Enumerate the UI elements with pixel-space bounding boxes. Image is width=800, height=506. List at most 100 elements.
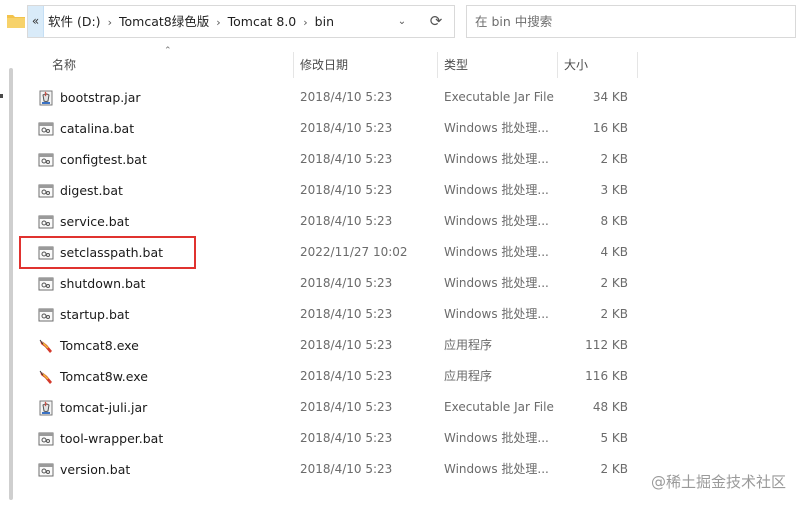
column-header: ⌃ 名称 修改日期 类型 大小 bbox=[0, 44, 800, 84]
file-type: Windows 批处理... bbox=[444, 183, 549, 197]
file-modified: 2018/4/10 5:23 bbox=[300, 462, 393, 476]
file-size: 2 KB bbox=[600, 462, 628, 476]
breadcrumb-separator-icon[interactable]: › bbox=[108, 7, 112, 38]
bat-icon bbox=[38, 183, 54, 199]
file-modified: 2018/4/10 5:23 bbox=[300, 152, 393, 166]
file-size: 116 KB bbox=[585, 369, 628, 383]
file-type: 应用程序 bbox=[444, 338, 493, 352]
breadcrumb-drive[interactable]: 软件 (D:) bbox=[48, 14, 101, 29]
breadcrumb: 软件 (D:) › Tomcat8绿色版 › Tomcat 8.0 › bin bbox=[48, 6, 334, 37]
address-bar[interactable]: « 软件 (D:) › Tomcat8绿色版 › Tomcat 8.0 › bin ⌄ ⟳ bbox=[27, 5, 455, 38]
file-name: digest.bat bbox=[60, 183, 123, 198]
search-input[interactable] bbox=[467, 6, 795, 37]
file-size: 2 KB bbox=[600, 307, 628, 321]
file-row[interactable]: Tomcat8w.exe 2018/4/10 5:23 应用程序 116 KB bbox=[18, 361, 798, 392]
file-size: 8 KB bbox=[600, 214, 628, 228]
file-size: 5 KB bbox=[600, 431, 628, 445]
file-type: Windows 批处理... bbox=[444, 245, 549, 259]
file-name: setclasspath.bat bbox=[60, 245, 164, 260]
file-modified: 2018/4/10 5:23 bbox=[300, 307, 393, 321]
file-row[interactable]: bootstrap.jar 2018/4/10 5:23 Executable … bbox=[18, 82, 798, 113]
file-name: startup.bat bbox=[60, 307, 130, 322]
file-type: Windows 批处理... bbox=[444, 152, 549, 166]
file-row[interactable]: startup.bat 2018/4/10 5:23 Windows 批处理..… bbox=[18, 299, 798, 330]
file-modified: 2018/4/10 5:23 bbox=[300, 214, 393, 228]
breadcrumb-tomcat8-folder[interactable]: Tomcat8绿色版 bbox=[119, 14, 209, 29]
breadcrumb-separator-icon[interactable]: › bbox=[216, 7, 220, 38]
file-type: Windows 批处理... bbox=[444, 214, 549, 228]
column-divider[interactable] bbox=[637, 52, 638, 78]
column-divider[interactable] bbox=[293, 52, 294, 78]
file-modified: 2018/4/10 5:23 bbox=[300, 431, 393, 445]
nav-pane-marker bbox=[0, 94, 3, 98]
file-name: tomcat-juli.jar bbox=[60, 400, 148, 415]
file-size: 3 KB bbox=[600, 183, 628, 197]
bat-icon bbox=[38, 214, 54, 230]
breadcrumb-tomcat-80[interactable]: Tomcat 8.0 bbox=[228, 14, 297, 29]
refresh-icon[interactable]: ⟳ bbox=[424, 6, 448, 37]
file-size: 2 KB bbox=[600, 276, 628, 290]
history-chevron-icon[interactable]: « bbox=[28, 6, 44, 37]
column-header-size[interactable]: 大小 bbox=[564, 52, 588, 78]
breadcrumb-bin[interactable]: bin bbox=[315, 14, 334, 29]
file-row[interactable]: tomcat-juli.jar 2018/4/10 5:23 Executabl… bbox=[18, 392, 798, 423]
file-size: 34 KB bbox=[592, 90, 628, 104]
file-modified: 2018/4/10 5:23 bbox=[300, 338, 393, 352]
file-type: 应用程序 bbox=[444, 369, 493, 383]
bat-icon bbox=[38, 152, 54, 168]
bat-icon bbox=[38, 462, 54, 478]
file-modified: 2018/4/10 5:23 bbox=[300, 276, 393, 290]
column-header-modified[interactable]: 修改日期 bbox=[300, 52, 348, 78]
file-row[interactable]: catalina.bat 2018/4/10 5:23 Windows 批处理.… bbox=[18, 113, 798, 144]
file-name: Tomcat8.exe bbox=[60, 338, 139, 353]
file-modified: 2018/4/10 5:23 bbox=[300, 121, 393, 135]
file-type: Windows 批处理... bbox=[444, 462, 549, 476]
file-type: Windows 批处理... bbox=[444, 431, 549, 445]
file-name: bootstrap.jar bbox=[60, 90, 141, 105]
file-type: Executable Jar File bbox=[444, 90, 554, 104]
file-type: Executable Jar File bbox=[444, 400, 554, 414]
file-row[interactable]: digest.bat 2018/4/10 5:23 Windows 批处理...… bbox=[18, 175, 798, 206]
file-name: version.bat bbox=[60, 462, 131, 477]
bat-icon bbox=[38, 245, 54, 261]
file-type: Windows 批处理... bbox=[444, 121, 549, 135]
jar-icon bbox=[38, 400, 54, 416]
breadcrumb-separator-icon[interactable]: › bbox=[303, 7, 307, 38]
file-name: service.bat bbox=[60, 214, 130, 229]
column-header-name[interactable]: 名称 bbox=[52, 52, 76, 78]
column-divider[interactable] bbox=[437, 52, 438, 78]
folder-icon bbox=[7, 15, 25, 28]
address-bar-area: « 软件 (D:) › Tomcat8绿色版 › Tomcat 8.0 › bin ⌄ ⟳ bbox=[0, 0, 800, 44]
sort-ascending-icon: ⌃ bbox=[164, 46, 172, 56]
file-row[interactable]: setclasspath.bat 2022/11/27 10:02 Window… bbox=[18, 237, 798, 268]
file-type: Windows 批处理... bbox=[444, 276, 549, 290]
file-size: 16 KB bbox=[592, 121, 628, 135]
file-size: 48 KB bbox=[592, 400, 628, 414]
file-type: Windows 批处理... bbox=[444, 307, 549, 321]
bat-icon bbox=[38, 431, 54, 447]
file-name: shutdown.bat bbox=[60, 276, 146, 291]
file-modified: 2018/4/10 5:23 bbox=[300, 90, 393, 104]
search-box[interactable] bbox=[466, 5, 796, 38]
file-size: 4 KB bbox=[600, 245, 628, 259]
file-row[interactable]: tool-wrapper.bat 2018/4/10 5:23 Windows … bbox=[18, 423, 798, 454]
file-size: 2 KB bbox=[600, 152, 628, 166]
file-size: 112 KB bbox=[585, 338, 628, 352]
column-divider[interactable] bbox=[557, 52, 558, 78]
file-name: configtest.bat bbox=[60, 152, 147, 167]
file-name: tool-wrapper.bat bbox=[60, 431, 164, 446]
file-row[interactable]: service.bat 2018/4/10 5:23 Windows 批处理..… bbox=[18, 206, 798, 237]
bat-icon bbox=[38, 121, 54, 137]
file-modified: 2018/4/10 5:23 bbox=[300, 369, 393, 383]
file-name: Tomcat8w.exe bbox=[60, 369, 148, 384]
file-modified: 2018/4/10 5:23 bbox=[300, 400, 393, 414]
file-modified: 2018/4/10 5:23 bbox=[300, 183, 393, 197]
nav-pane-scrollbar[interactable] bbox=[9, 68, 13, 500]
column-header-type[interactable]: 类型 bbox=[444, 52, 468, 78]
file-row[interactable]: configtest.bat 2018/4/10 5:23 Windows 批处… bbox=[18, 144, 798, 175]
file-row[interactable]: shutdown.bat 2018/4/10 5:23 Windows 批处理.… bbox=[18, 268, 798, 299]
file-row[interactable]: Tomcat8.exe 2018/4/10 5:23 应用程序 112 KB bbox=[18, 330, 798, 361]
chevron-down-icon[interactable]: ⌄ bbox=[392, 6, 412, 37]
watermark: @稀土掘金技术社区 bbox=[650, 473, 786, 491]
file-name: catalina.bat bbox=[60, 121, 135, 136]
